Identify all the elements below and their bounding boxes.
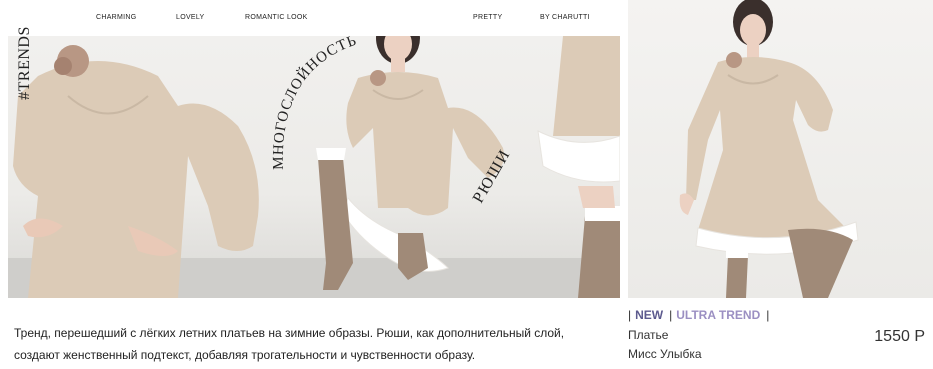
nav-item-by-charutti[interactable]: BY CHARUTTI xyxy=(540,14,590,21)
tag-divider: | xyxy=(766,308,770,322)
dress-closeup-right xyxy=(537,36,620,298)
trends-banner[interactable]: CHARMING LOVELY ROMANTIC LOOK PRETTY BY … xyxy=(8,0,620,298)
ruffle-word: РЮШИ xyxy=(470,146,514,206)
product-name-link[interactable]: Мисс Улыбка xyxy=(628,347,702,361)
nav-item-pretty[interactable]: PRETTY xyxy=(473,14,502,21)
arc-word-layering: МНОГОСЛОЙНОСТЬ xyxy=(271,33,359,170)
product-model xyxy=(679,0,859,298)
product-photo[interactable] xyxy=(628,0,933,298)
tag-divider: | xyxy=(628,308,632,322)
dress-closeup-left xyxy=(13,45,259,298)
ruffle-word-text: РЮШИ xyxy=(470,146,514,206)
arc-word-text: МНОГОСЛОЙНОСТЬ xyxy=(271,33,358,170)
nav-item-charming[interactable]: CHARMING xyxy=(96,14,137,21)
product-tags: | NEW | ULTRA TREND | xyxy=(628,308,773,322)
product-type: Платье xyxy=(628,328,669,342)
tag-divider: | xyxy=(669,308,673,322)
product-price: 1550 Р xyxy=(874,328,925,345)
tag-ultra-trend: ULTRA TREND xyxy=(676,308,761,322)
trends-hashtag-text: #TRENDS xyxy=(15,26,33,100)
svg-text:МНОГОСЛОЙНОСТЬ: МНОГОСЛОЙНОСТЬ xyxy=(271,33,359,170)
trend-description: Тренд, перешедший с лёгких летних платье… xyxy=(14,326,565,362)
trends-hashtag: #TRENDS xyxy=(16,14,48,114)
tag-new: NEW xyxy=(635,308,664,322)
nav-item-lovely[interactable]: LOVELY xyxy=(176,14,205,21)
